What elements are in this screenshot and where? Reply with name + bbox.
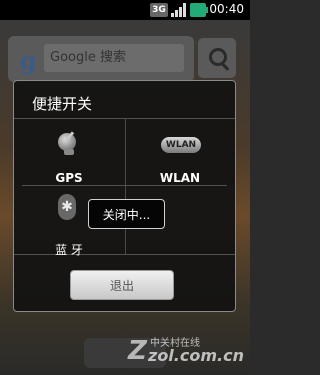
google-search-input[interactable]: Google 搜索 [44, 44, 184, 72]
toggle-gps[interactable]: GPS [14, 119, 124, 185]
toggle-wlan[interactable]: WLAN WLAN [125, 119, 235, 185]
status-bar: 3G 00:40 [0, 0, 250, 20]
battery-icon [190, 3, 208, 17]
toggle-gps-label: GPS [55, 171, 83, 185]
closing-toast: 关闭中... [88, 199, 165, 229]
search-icon [209, 48, 227, 66]
exit-button[interactable]: 退出 [70, 270, 174, 300]
signal-strength-icon [171, 3, 187, 17]
satellite-dish-icon [56, 131, 80, 155]
search-button[interactable] [198, 38, 236, 78]
wlan-badge-icon: WLAN [161, 137, 201, 153]
zol-watermark-logo: Z 中关村在线 zol.com.cn [128, 336, 244, 366]
network-3g-icon: 3G [150, 3, 168, 17]
google-search-widget[interactable]: g Google 搜索 [8, 36, 194, 82]
bluetooth-icon: ✱ [58, 194, 76, 220]
quick-switch-dialog: 便捷开关 GPS WLAN WLAN ✱ 蓝 牙 退出 [13, 80, 236, 312]
toggle-wlan-label: WLAN [159, 171, 201, 185]
toggle-bluetooth-label: 蓝 牙 [55, 243, 83, 257]
google-logo-icon: g [20, 46, 37, 75]
dialog-title: 便捷开关 [32, 95, 93, 113]
status-clock: 00:40 [209, 2, 244, 16]
